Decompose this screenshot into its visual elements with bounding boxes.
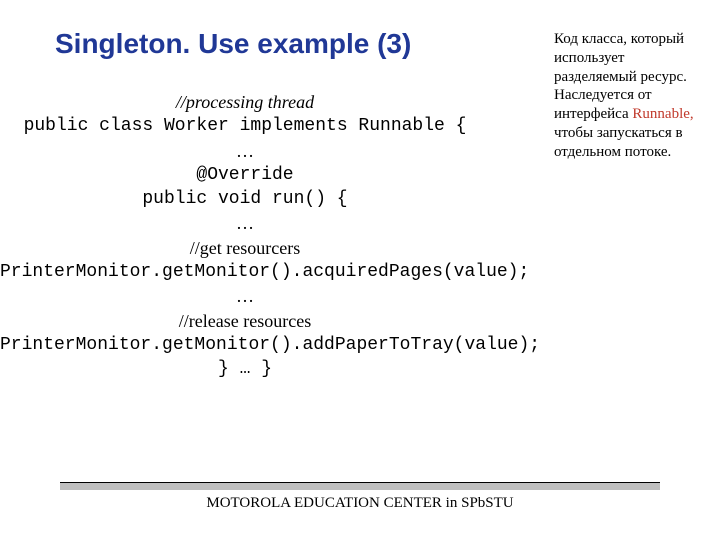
code-line-10: //release resources bbox=[0, 309, 490, 333]
code-line-12: } … } bbox=[0, 357, 490, 381]
code-block: //processing thread public class Worker … bbox=[0, 90, 490, 382]
code-line-3: … bbox=[0, 139, 490, 163]
footer-bar bbox=[60, 483, 660, 490]
sidebar-note: Код класса, который использует разделяем… bbox=[554, 30, 702, 161]
code-line-1: //processing thread bbox=[0, 90, 490, 114]
code-line-11: PrinterMonitor.getMonitor().addPaperToTr… bbox=[0, 333, 490, 357]
code-line-4: @Override bbox=[0, 163, 490, 187]
sidebar-text-2: чтобы запускаться в отдельном потоке. bbox=[554, 125, 683, 160]
code-line-6: … bbox=[0, 211, 490, 235]
code-line-5: public void run() { bbox=[0, 187, 490, 211]
code-line-2: public class Worker implements Runnable … bbox=[0, 114, 490, 138]
footer-text: MOTOROLA EDUCATION CENTER in SPbSTU bbox=[0, 495, 720, 512]
code-line-9: … bbox=[0, 284, 490, 308]
slide: Singleton. Use example (3) Код класса, к… bbox=[0, 0, 720, 540]
sidebar-highlight: Runnable, bbox=[632, 106, 693, 122]
code-line-7: //get resourcers bbox=[0, 236, 490, 260]
code-line-8: PrinterMonitor.getMonitor().acquiredPage… bbox=[0, 260, 490, 284]
slide-title: Singleton. Use example (3) bbox=[55, 28, 411, 60]
